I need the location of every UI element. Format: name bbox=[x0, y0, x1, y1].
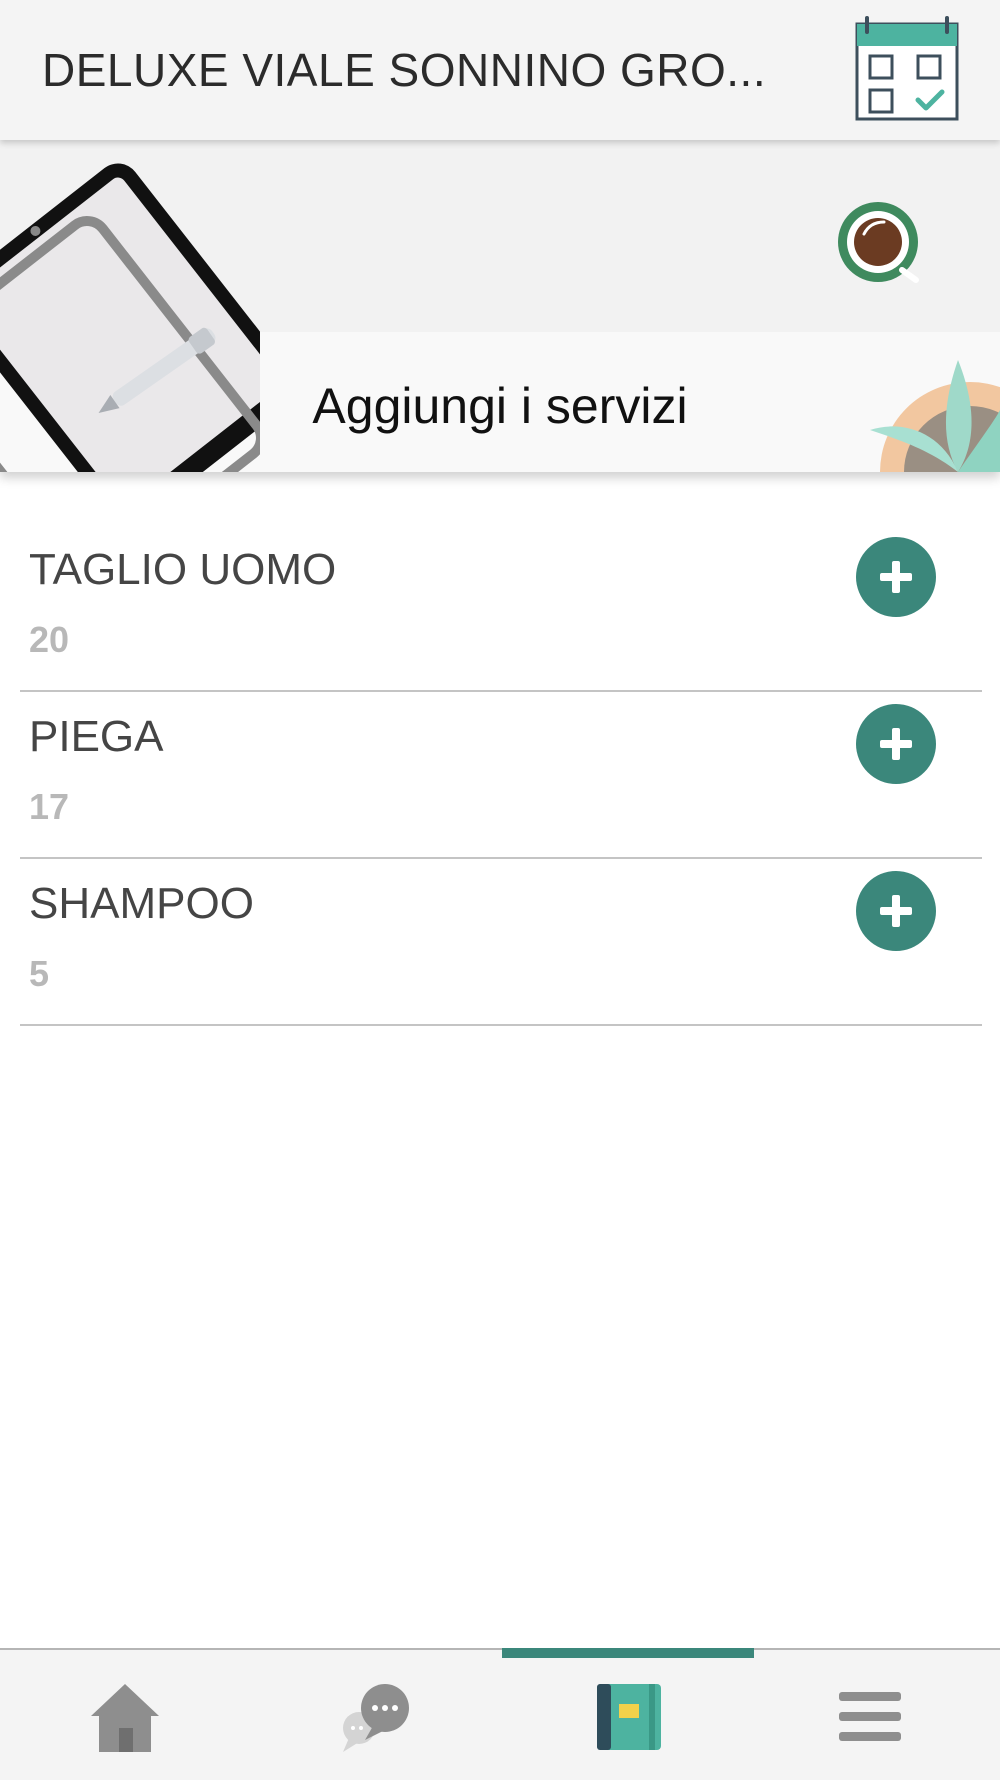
service-name: SHAMPOO bbox=[29, 879, 254, 928]
add-service-button[interactable] bbox=[856, 704, 936, 784]
list-item: PIEGA 17 bbox=[20, 692, 982, 859]
add-service-button[interactable] bbox=[856, 871, 936, 951]
bottom-nav bbox=[0, 1648, 1000, 1780]
service-name: TAGLIO UOMO bbox=[29, 545, 337, 594]
list-item: TAGLIO UOMO 20 bbox=[20, 525, 982, 692]
book-icon bbox=[597, 1684, 661, 1750]
service-price: 17 bbox=[29, 786, 70, 827]
menu-icon bbox=[839, 1692, 901, 1741]
service-price: 20 bbox=[29, 619, 70, 660]
list-item: SHAMPOO 5 bbox=[20, 859, 982, 1026]
coffee-cup-illustration bbox=[838, 202, 919, 283]
nav-chat[interactable] bbox=[250, 1650, 500, 1778]
services-banner: Aggiungi i servizi bbox=[0, 140, 1000, 472]
page-title: DELUXE VIALE SONNINO GRO... bbox=[42, 44, 767, 96]
service-name: PIEGA bbox=[29, 712, 164, 761]
nav-book[interactable] bbox=[500, 1650, 750, 1778]
home-icon bbox=[91, 1684, 159, 1752]
services-list: TAGLIO UOMO 20 PIEGA 17 SHAMPOO 5 bbox=[20, 525, 982, 1026]
nav-menu[interactable] bbox=[750, 1650, 1000, 1778]
nav-home[interactable] bbox=[0, 1650, 250, 1778]
calendar-check-icon[interactable] bbox=[852, 14, 962, 124]
service-price: 5 bbox=[29, 953, 50, 994]
add-service-button[interactable] bbox=[856, 537, 936, 617]
banner-title: Aggiungi i servizi bbox=[312, 378, 688, 434]
app-header: DELUXE VIALE SONNINO GRO... bbox=[0, 0, 1000, 140]
chat-icon bbox=[343, 1684, 409, 1752]
